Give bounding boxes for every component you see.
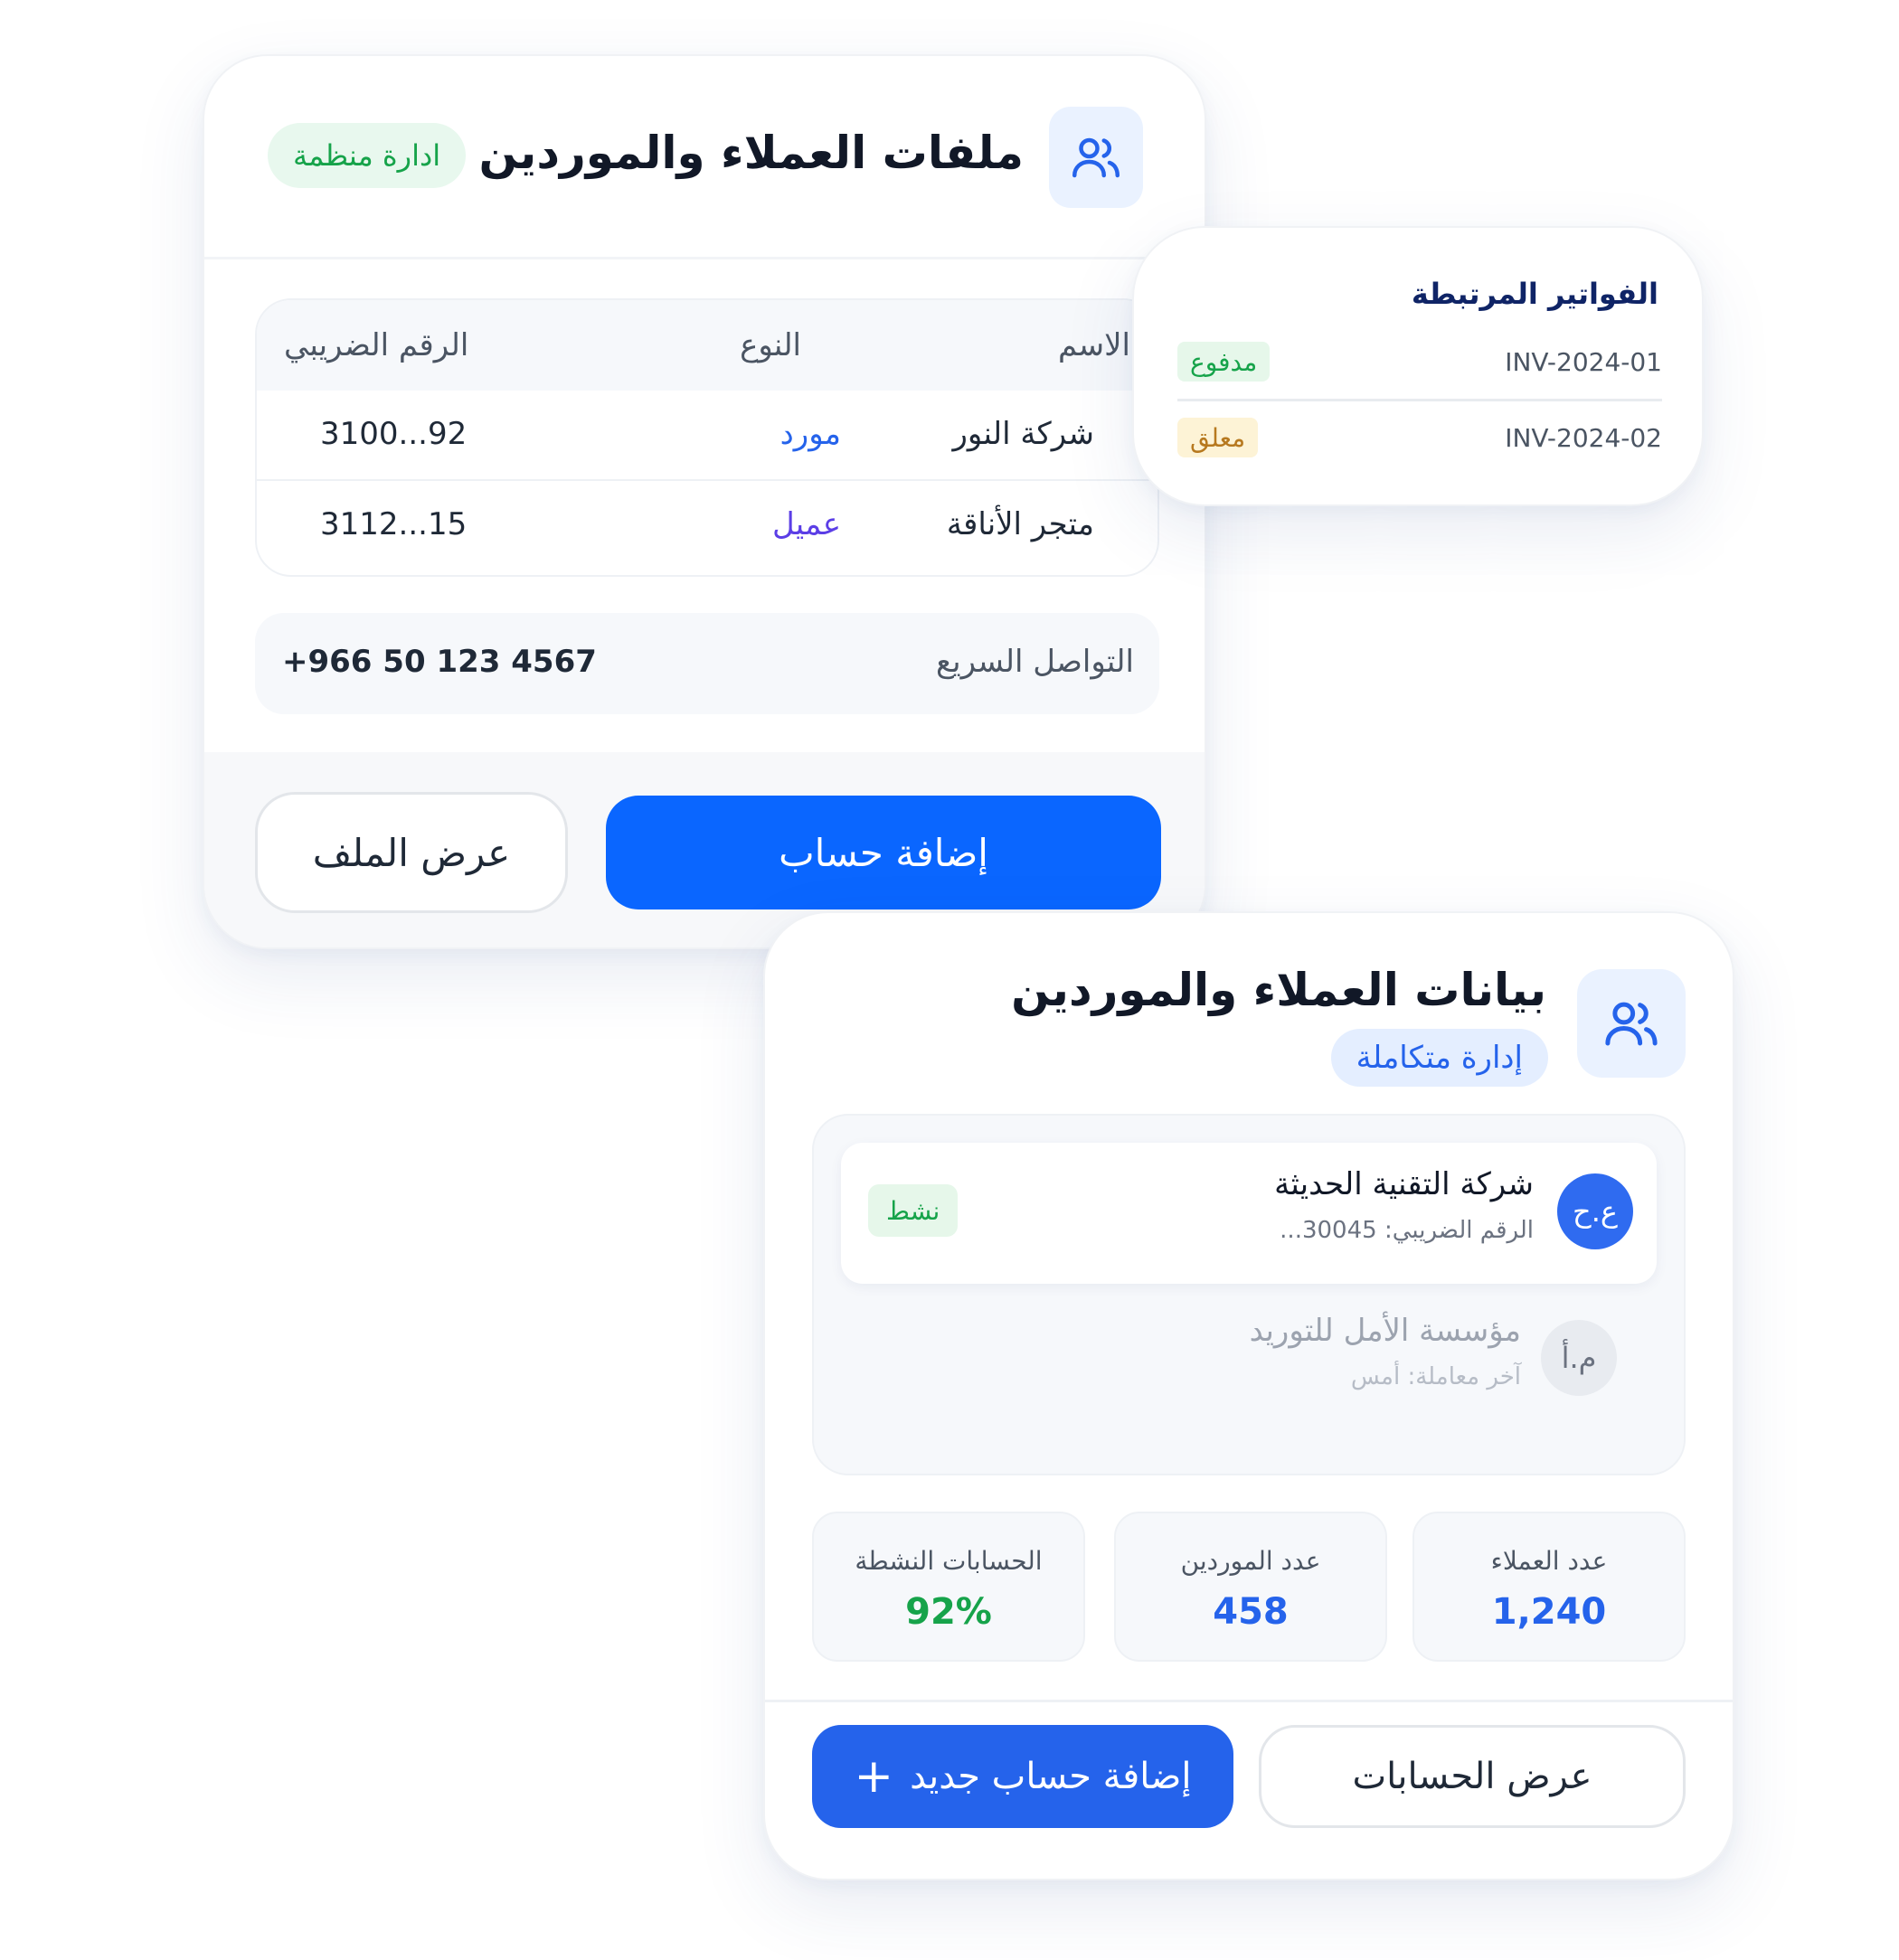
organized-management-badge: ادارة منظمة: [268, 123, 467, 188]
account-name: شركة التقنية الحديثة: [1274, 1166, 1534, 1202]
stat-value: 92%: [905, 1591, 992, 1633]
active-status-badge: نشط: [868, 1184, 959, 1237]
stat-label: الحسابات النشطة: [855, 1546, 1043, 1576]
card-header: ملفات العملاء والموردين ادارة منظمة: [204, 56, 1205, 259]
column-header-type: النوع: [740, 327, 801, 363]
quick-contact-label: التواصل السريع: [936, 644, 1134, 680]
account-tax-number: الرقم الضريبي: 30045...: [1280, 1217, 1534, 1244]
quick-contact[interactable]: التواصل السريع +966 50 123 4567: [255, 613, 1159, 714]
stat-customers-count: عدد العملاء 1,240: [1412, 1512, 1686, 1662]
list-item[interactable]: ع.ح شركة التقنية الحديثة الرقم الضريبي: …: [841, 1143, 1657, 1284]
avatar: م.أ: [1541, 1320, 1617, 1396]
customers-suppliers-files-card: ملفات العملاء والموردين ادارة منظمة الاس…: [203, 54, 1206, 949]
add-account-button[interactable]: إضافة حساب: [606, 796, 1161, 909]
add-new-account-button[interactable]: + إضافة حساب جديد: [812, 1725, 1233, 1828]
stat-active-accounts: الحسابات النشطة 92%: [812, 1512, 1085, 1662]
invoice-id: INV-2024-01: [1505, 347, 1662, 377]
customers-suppliers-data-card: بيانات العملاء والموردين إدارة متكاملة ع…: [763, 911, 1734, 1880]
divider: [765, 1700, 1733, 1702]
account-name: مؤسسة الأمل للتوريد: [1249, 1313, 1521, 1349]
row-tax-number: 3100...92: [320, 416, 468, 452]
users-icon: [1049, 107, 1143, 208]
add-new-account-label: إضافة حساب جديد: [910, 1756, 1192, 1797]
stat-value: 1,240: [1491, 1591, 1607, 1633]
card-title: بيانات العملاء والموردين: [1011, 964, 1546, 1016]
phone-number[interactable]: +966 50 123 4567: [282, 644, 597, 680]
avatar: ع.ح: [1557, 1173, 1633, 1249]
stat-suppliers-count: عدد الموردين 458: [1114, 1512, 1387, 1662]
linked-invoices-title: الفواتير المرتبطة: [1411, 277, 1658, 311]
column-header-tax: الرقم الضريبي: [284, 327, 469, 363]
accounts-table: الاسم النوع الرقم الضريبي شركة النور مور…: [255, 298, 1159, 577]
invoice-row[interactable]: INV-2024-01 مدفوع: [1177, 325, 1662, 401]
last-transaction: آخر معاملة: أمس: [1350, 1363, 1521, 1390]
column-header-name: الاسم: [1058, 327, 1130, 363]
row-type: مورد: [779, 416, 841, 452]
integrated-management-badge: إدارة متكاملة: [1330, 1029, 1548, 1087]
row-type: عميل: [772, 506, 841, 542]
row-tax-number: 3112...15: [320, 506, 468, 542]
users-icon: [1577, 969, 1686, 1078]
row-name: شركة النور: [952, 416, 1094, 452]
card-title: ملفات العملاء والموردين: [478, 127, 1024, 179]
plus-icon: +: [854, 1749, 894, 1804]
view-accounts-button[interactable]: عرض الحسابات: [1259, 1725, 1686, 1828]
stat-label: عدد الموردين: [1180, 1546, 1321, 1576]
list-item[interactable]: م.أ مؤسسة الأمل للتوريد آخر معاملة: أمس: [841, 1289, 1657, 1430]
invoice-id: INV-2024-02: [1505, 423, 1662, 453]
row-name: متجر الأناقة: [946, 506, 1094, 542]
stat-value: 458: [1213, 1591, 1289, 1633]
pending-status-badge: معلق: [1177, 418, 1259, 457]
stat-label: عدد العملاء: [1490, 1546, 1608, 1576]
invoice-row[interactable]: INV-2024-02 معلق: [1177, 401, 1662, 477]
view-file-button[interactable]: عرض الملف: [255, 792, 568, 913]
table-header: الاسم النوع الرقم الضريبي: [257, 300, 1157, 391]
linked-invoices-card: الفواتير المرتبطة INV-2024-01 مدفوع INV-…: [1132, 226, 1704, 506]
table-row[interactable]: شركة النور مورد 3100...92: [257, 391, 1157, 481]
paid-status-badge: مدفوع: [1177, 342, 1271, 382]
accounts-list: ع.ح شركة التقنية الحديثة الرقم الضريبي: …: [812, 1114, 1686, 1475]
table-row[interactable]: متجر الأناقة عميل 3112...15: [257, 481, 1157, 571]
